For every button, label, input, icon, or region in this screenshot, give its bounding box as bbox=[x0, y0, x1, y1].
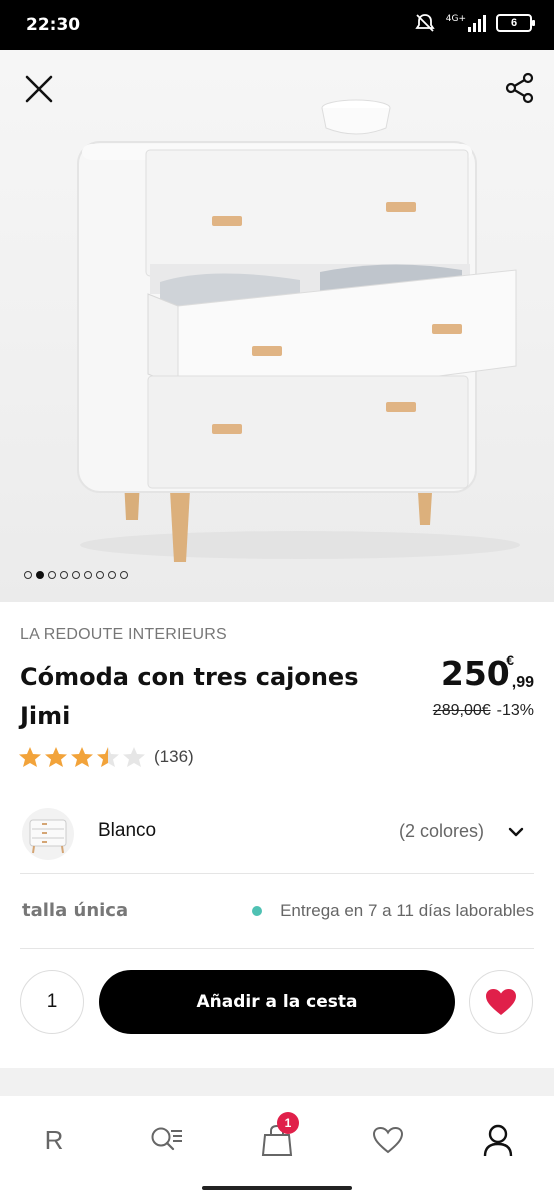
status-bar: 22:30 4G+ 6 bbox=[0, 0, 554, 50]
gallery-dot[interactable] bbox=[108, 571, 116, 579]
battery-level: 6 bbox=[510, 17, 518, 29]
old-price-row: 289,00€ -13% bbox=[433, 702, 534, 720]
network-icon: 4G+ bbox=[445, 13, 486, 32]
gallery-dot[interactable] bbox=[60, 571, 68, 579]
gallery-dot[interactable] bbox=[24, 571, 32, 579]
gallery-dot[interactable] bbox=[72, 571, 80, 579]
gallery-dot[interactable] bbox=[96, 571, 104, 579]
delivery-status-dot bbox=[252, 906, 263, 916]
status-time: 22:30 bbox=[26, 15, 81, 35]
star-full-icon bbox=[19, 747, 41, 767]
nav-cart[interactable]: 1 bbox=[257, 1112, 299, 1160]
cart-badge: 1 bbox=[277, 1112, 299, 1134]
gallery-dot-active[interactable] bbox=[36, 571, 44, 579]
delivery-info: Entrega en 7 a 11 días laborables bbox=[252, 901, 534, 921]
price-currency: € bbox=[506, 652, 514, 668]
share-icon[interactable] bbox=[502, 70, 538, 106]
heart-filled-icon bbox=[486, 989, 516, 1015]
add-to-cart-label: Añadir a la cesta bbox=[196, 992, 358, 1012]
review-count[interactable]: (136) bbox=[154, 747, 194, 767]
product-title: Cómoda con tres cajones Jimi bbox=[20, 663, 359, 730]
heart-outline-icon bbox=[372, 1126, 404, 1154]
divider bbox=[20, 873, 534, 874]
nav-home[interactable]: R bbox=[34, 1120, 74, 1160]
close-icon[interactable] bbox=[22, 72, 56, 106]
price-integer: 250 bbox=[440, 654, 510, 693]
bottom-navigation: R 1 bbox=[0, 1096, 554, 1200]
star-empty-icon bbox=[123, 747, 145, 767]
user-icon bbox=[483, 1124, 513, 1157]
gallery-dot[interactable] bbox=[84, 571, 92, 579]
network-label: 4G+ bbox=[445, 13, 466, 24]
delivery-text: Entrega en 7 a 11 días laborables bbox=[280, 901, 534, 920]
nav-favorites[interactable] bbox=[368, 1120, 408, 1160]
nav-search[interactable] bbox=[146, 1120, 186, 1160]
price-decimal: ,99 bbox=[511, 674, 534, 691]
home-indicator bbox=[202, 1186, 352, 1190]
product-rating[interactable]: (136) bbox=[18, 746, 194, 768]
star-full-icon bbox=[45, 747, 67, 767]
old-price: 289,00€ bbox=[432, 702, 491, 719]
favorite-button[interactable] bbox=[469, 970, 533, 1034]
star-half-icon bbox=[97, 747, 119, 767]
mute-notification-icon bbox=[415, 14, 435, 32]
status-icons: 4G+ 6 bbox=[414, 13, 535, 33]
star-full-icon bbox=[71, 747, 93, 767]
battery-icon: 6 bbox=[496, 14, 535, 32]
color-thumbnail bbox=[22, 808, 74, 860]
home-logo-icon: R bbox=[44, 1124, 64, 1155]
size-delivery-row: talla única Entrega en 7 a 11 días labor… bbox=[0, 880, 554, 940]
section-separator bbox=[0, 1068, 554, 1096]
product-price: 250,99 € bbox=[440, 652, 534, 693]
product-image bbox=[77, 99, 520, 562]
product-brand[interactable]: LA REDOUTE INTERIEURS bbox=[20, 626, 227, 644]
quantity-selector[interactable]: 1 bbox=[20, 970, 84, 1034]
product-image-gallery[interactable] bbox=[0, 50, 554, 602]
search-list-icon bbox=[151, 1127, 182, 1151]
gallery-dot[interactable] bbox=[120, 571, 128, 579]
chevron-down-icon[interactable] bbox=[506, 822, 526, 842]
quantity-value: 1 bbox=[46, 991, 58, 1012]
gallery-pagination bbox=[24, 571, 128, 579]
selected-color: Blanco bbox=[98, 820, 157, 841]
discount-label: -13% bbox=[496, 702, 534, 719]
size-label: talla única bbox=[22, 900, 129, 921]
color-options-count: (2 colores) bbox=[398, 821, 484, 841]
add-to-cart-button[interactable]: Añadir a la cesta bbox=[99, 970, 455, 1034]
nav-account[interactable] bbox=[478, 1120, 518, 1160]
color-selector[interactable]: Blanco (2 colores) bbox=[0, 800, 554, 870]
gallery-dot[interactable] bbox=[48, 571, 56, 579]
divider bbox=[20, 948, 534, 949]
